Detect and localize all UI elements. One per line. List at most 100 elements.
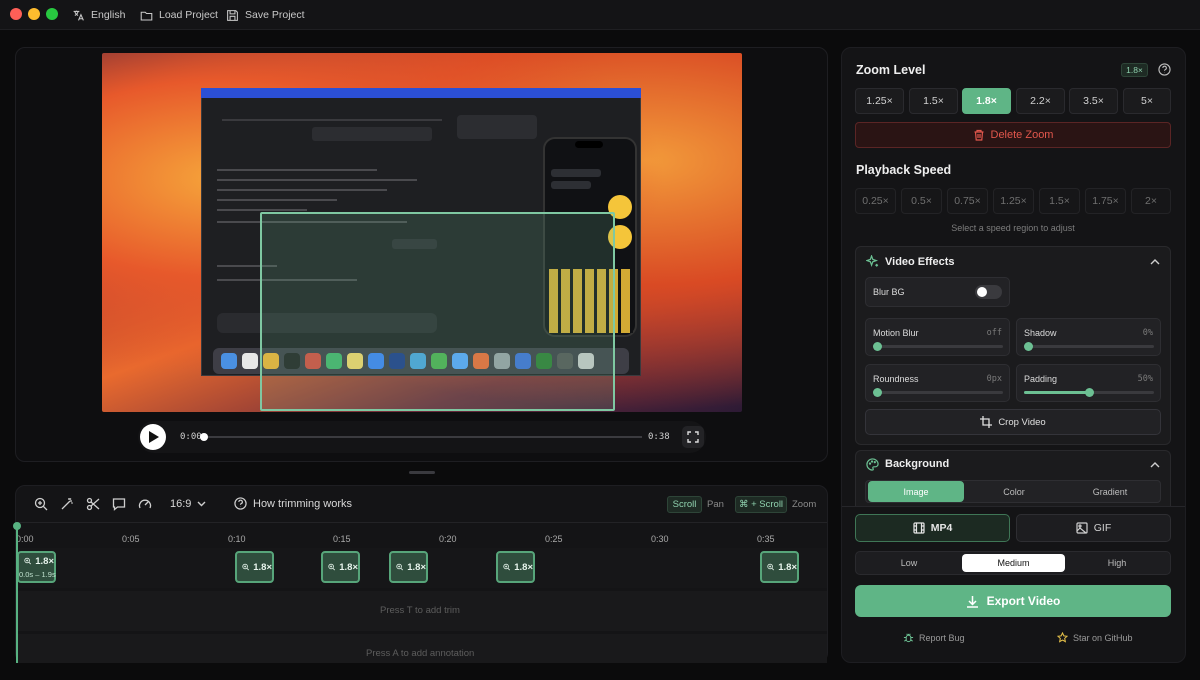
quality-medium[interactable]: Medium — [962, 554, 1065, 572]
play-button[interactable] — [140, 424, 166, 450]
speed-option-1-25[interactable]: 1.25× — [993, 188, 1034, 214]
crop-video-label: Crop Video — [998, 416, 1046, 428]
zoom-region-chip[interactable]: 1.8× — [321, 551, 360, 583]
how-trimming-works-link[interactable]: How trimming works — [234, 497, 352, 510]
padding-label: Padding — [1024, 374, 1058, 384]
save-project-button[interactable]: Save Project — [226, 7, 305, 23]
trim-hint: Press T to add trim — [380, 605, 460, 616]
annotation-tool[interactable] — [112, 497, 126, 511]
blur-bg-toggle[interactable] — [975, 285, 1002, 299]
collapse-background-button[interactable] — [1150, 459, 1160, 471]
delete-zoom-label: Delete Zoom — [990, 129, 1054, 141]
zoom-region-chip[interactable]: 1.8× — [235, 551, 274, 583]
star-github-link[interactable]: Star on GitHub — [1057, 632, 1133, 643]
current-time: 0:00 — [180, 432, 202, 442]
background-tab-color[interactable]: Color — [966, 487, 1062, 497]
export-video-label: Export Video — [986, 594, 1061, 608]
zoom-region-chip[interactable]: 1.8× — [760, 551, 799, 583]
zoom-option-1-5[interactable]: 1.5× — [909, 88, 958, 114]
zoom-region-overlay[interactable] — [260, 212, 615, 411]
help-circle-icon — [234, 497, 247, 510]
magic-wand-icon — [61, 498, 73, 510]
bug-icon — [903, 633, 914, 643]
close-window-button[interactable] — [10, 8, 22, 20]
help-circle-icon — [1158, 63, 1171, 76]
shadow-slider[interactable] — [1024, 345, 1154, 348]
star-github-label: Star on GitHub — [1073, 632, 1133, 643]
magic-tool[interactable] — [60, 497, 74, 511]
minimize-window-button[interactable] — [28, 8, 40, 20]
zoom-hint: Zoom — [792, 499, 817, 510]
zoom-level-badge: 1.8× — [1121, 63, 1148, 77]
background-title: Background — [885, 458, 950, 470]
film-icon — [913, 522, 925, 534]
background-tab-image[interactable]: Image — [868, 481, 964, 502]
shadow-knob[interactable] — [1024, 342, 1033, 351]
zoom-in-icon — [328, 563, 336, 571]
zoom-in-icon — [396, 563, 404, 571]
roundness-knob[interactable] — [873, 388, 882, 397]
trim-tool[interactable] — [86, 497, 100, 511]
padding-knob[interactable] — [1084, 388, 1094, 397]
format-gif-button[interactable]: GIF — [1016, 514, 1171, 542]
scissors-icon — [86, 497, 100, 511]
annotation-hint: Press A to add annotation — [366, 648, 475, 659]
roundness-slider[interactable] — [873, 391, 1003, 394]
language-button[interactable]: English — [72, 7, 125, 23]
load-project-button[interactable]: Load Project — [140, 7, 218, 23]
timeline-playhead[interactable] — [16, 525, 18, 663]
zoom-option-2-2[interactable]: 2.2× — [1016, 88, 1065, 114]
toggle-knob — [977, 287, 987, 297]
motion-blur-value: off — [986, 328, 1002, 338]
speed-option-0-5[interactable]: 0.5× — [901, 188, 942, 214]
ruler-tick: 0:15 — [333, 534, 351, 544]
resize-handle[interactable] — [409, 471, 435, 474]
seek-track[interactable] — [204, 436, 642, 438]
speed-option-0-25[interactable]: 0.25× — [855, 188, 896, 214]
add-zoom-tool[interactable] — [34, 497, 48, 511]
background-tab-gradient[interactable]: Gradient — [1062, 487, 1158, 497]
zoom-option-1-25[interactable]: 1.25× — [855, 88, 904, 114]
mp4-label: MP4 — [930, 522, 953, 534]
speed-tool[interactable] — [138, 497, 152, 511]
zoom-chip-label: 1.8× — [339, 561, 358, 573]
chevron-up-icon — [1150, 259, 1160, 265]
maximize-window-button[interactable] — [46, 8, 58, 20]
motion-blur-knob[interactable] — [873, 342, 882, 351]
gif-label: GIF — [1093, 522, 1112, 534]
blur-bg-label: Blur BG — [873, 287, 905, 297]
zoom-option-3-5[interactable]: 3.5× — [1069, 88, 1118, 114]
export-video-button[interactable]: Export Video — [855, 585, 1171, 617]
fullscreen-icon — [687, 431, 699, 443]
palette-icon — [866, 458, 879, 474]
collapse-effects-button[interactable] — [1150, 256, 1160, 268]
seek-handle[interactable] — [200, 433, 208, 441]
zoom-in-icon — [24, 557, 32, 565]
motion-blur-slider[interactable] — [873, 345, 1003, 348]
quality-high[interactable]: High — [1067, 558, 1167, 568]
speed-option-2[interactable]: 2× — [1131, 188, 1171, 214]
delete-zoom-button[interactable]: Delete Zoom — [855, 122, 1171, 148]
ruler-tick: 0:35 — [757, 534, 775, 544]
zoom-option-5[interactable]: 5× — [1123, 88, 1171, 114]
pan-hint: Pan — [707, 499, 724, 510]
zoom-chip-label: 1.8× — [35, 556, 54, 567]
speed-option-1-5[interactable]: 1.5× — [1039, 188, 1080, 214]
aspect-ratio-select[interactable]: 16:9 — [170, 498, 206, 510]
zoom-in-icon — [34, 497, 48, 511]
zoom-chip-label: 1.8× — [407, 561, 426, 573]
zoom-option-1-8[interactable]: 1.8× — [962, 88, 1011, 114]
quality-low[interactable]: Low — [858, 558, 960, 568]
playhead-handle[interactable] — [13, 522, 21, 530]
zoom-help-button[interactable] — [1158, 63, 1171, 79]
format-mp4-button[interactable]: MP4 — [855, 514, 1010, 542]
load-project-label: Load Project — [159, 9, 218, 21]
speed-option-1-75[interactable]: 1.75× — [1085, 188, 1126, 214]
zoom-region-chip[interactable]: 1.8× — [496, 551, 535, 583]
crop-video-button[interactable]: Crop Video — [865, 409, 1161, 435]
fullscreen-button[interactable] — [682, 426, 704, 448]
zoom-region-chip[interactable]: 1.8× — [389, 551, 428, 583]
report-bug-link[interactable]: Report Bug — [903, 632, 965, 643]
speed-option-0-75[interactable]: 0.75× — [947, 188, 988, 214]
motion-blur-label: Motion Blur — [873, 328, 919, 338]
